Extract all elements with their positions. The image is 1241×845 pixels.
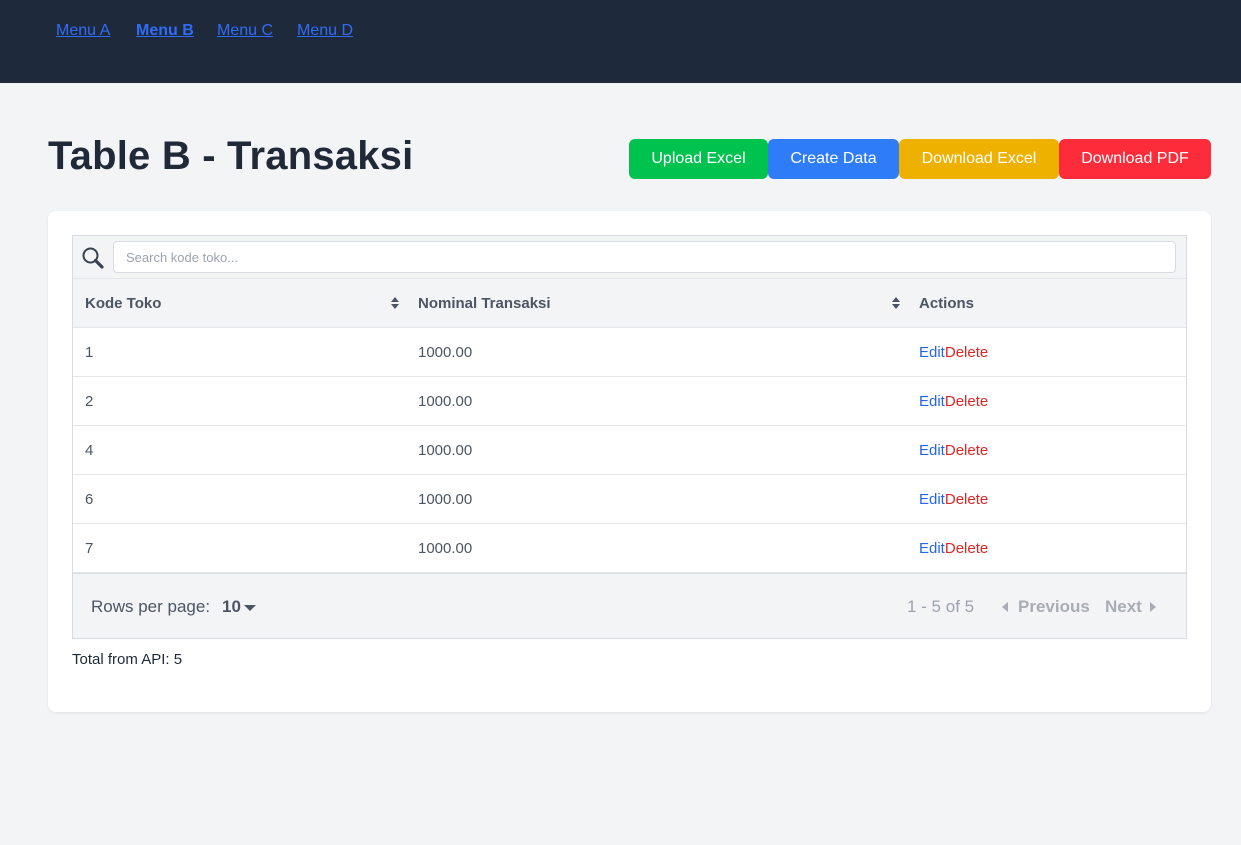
delete-link[interactable]: Delete [945, 393, 988, 410]
table-row: 1 1000.00 EditDelete [73, 328, 1186, 377]
table-row: 7 1000.00 EditDelete [73, 524, 1186, 573]
previous-page-button[interactable]: Previous [1002, 574, 1090, 639]
chevron-right-icon [1149, 601, 1156, 612]
delete-link[interactable]: Delete [945, 540, 988, 557]
sort-icon[interactable] [390, 296, 400, 310]
nav-link-menu-c[interactable]: Menu C [217, 22, 273, 40]
download-excel-button[interactable]: Download Excel [899, 139, 1059, 179]
cell-actions: EditDelete [919, 524, 988, 573]
cell-actions: EditDelete [919, 475, 988, 524]
cell-nominal: 1000.00 [418, 540, 473, 557]
upload-excel-button[interactable]: Upload Excel [629, 139, 768, 179]
delete-link[interactable]: Delete [945, 344, 988, 361]
cell-actions: EditDelete [919, 377, 988, 426]
column-header-kode-toko[interactable]: Kode Toko [85, 279, 405, 328]
next-page-button[interactable]: Next [1105, 574, 1156, 639]
pagination-bar: Rows per page: 10 1 - 5 of 5 Previous Ne… [73, 573, 1186, 638]
rows-per-page-label: Rows per page: [91, 597, 211, 616]
table-card: Kode Toko Nominal Transaksi Actions 1 10… [48, 211, 1211, 712]
cell-kode-toko: 6 [85, 491, 94, 508]
total-count-text: Total from API: 5 [72, 651, 183, 668]
nav-link-menu-d[interactable]: Menu D [297, 22, 353, 40]
edit-link[interactable]: Edit [919, 344, 945, 361]
column-header-nominal-transaksi[interactable]: Nominal Transaksi [418, 279, 898, 328]
column-header-actions: Actions [919, 279, 1119, 328]
cell-nominal: 1000.00 [418, 491, 473, 508]
rows-per-page-select[interactable]: 10 [222, 574, 256, 639]
create-data-button[interactable]: Create Data [768, 139, 899, 179]
column-header-label: Kode Toko [85, 295, 162, 312]
cell-nominal: 1000.00 [418, 442, 473, 459]
nav-link-menu-a[interactable]: Menu A [56, 22, 110, 40]
chevron-down-icon [243, 604, 256, 611]
rows-per-page-value: 10 [222, 596, 241, 616]
cell-actions: EditDelete [919, 328, 988, 377]
edit-link[interactable]: Edit [919, 442, 945, 459]
next-label: Next [1105, 596, 1142, 616]
table-row: 6 1000.00 EditDelete [73, 475, 1186, 524]
cell-actions: EditDelete [919, 426, 988, 475]
edit-link[interactable]: Edit [919, 393, 945, 410]
download-pdf-button[interactable]: Download PDF [1059, 139, 1211, 179]
delete-link[interactable]: Delete [945, 442, 988, 459]
cell-nominal: 1000.00 [418, 344, 473, 361]
table-row: 4 1000.00 EditDelete [73, 426, 1186, 475]
cell-kode-toko: 1 [85, 344, 94, 361]
sort-icon[interactable] [891, 296, 901, 310]
previous-label: Previous [1018, 596, 1090, 616]
table-row: 2 1000.00 EditDelete [73, 377, 1186, 426]
column-header-label: Actions [919, 295, 975, 312]
table-search-bar [73, 236, 1186, 279]
search-input[interactable] [113, 241, 1176, 273]
cell-kode-toko: 4 [85, 442, 94, 459]
cell-kode-toko: 2 [85, 393, 94, 410]
nav-link-menu-b[interactable]: Menu B [136, 22, 194, 40]
data-table: Kode Toko Nominal Transaksi Actions 1 10… [72, 235, 1187, 639]
column-header-label: Nominal Transaksi [418, 295, 551, 312]
cell-nominal: 1000.00 [418, 393, 473, 410]
chevron-left-icon [1002, 601, 1008, 612]
edit-link[interactable]: Edit [919, 491, 945, 508]
pagination-range: 1 - 5 of 5 [907, 597, 975, 616]
search-icon [81, 246, 105, 270]
page-title: Table B - Transaksi [48, 134, 414, 178]
cell-kode-toko: 7 [85, 540, 94, 557]
edit-link[interactable]: Edit [919, 540, 945, 557]
delete-link[interactable]: Delete [945, 491, 988, 508]
table-header: Kode Toko Nominal Transaksi Actions [73, 279, 1186, 328]
top-navbar: Menu A Menu B Menu C Menu D [0, 0, 1241, 83]
